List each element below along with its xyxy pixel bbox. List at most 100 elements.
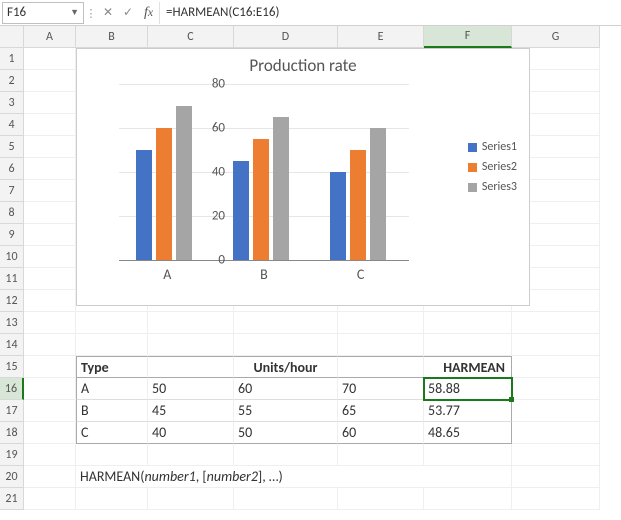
row-header[interactable]: 10	[0, 246, 24, 268]
cell[interactable]	[512, 378, 600, 400]
row-header[interactable]: 19	[0, 444, 24, 466]
cell[interactable]	[24, 334, 76, 356]
col-header-A[interactable]: A	[24, 26, 76, 48]
table-row[interactable]: 48.65	[424, 422, 512, 444]
cell[interactable]	[512, 400, 600, 422]
cell[interactable]	[338, 444, 424, 466]
cell[interactable]	[424, 444, 512, 466]
cell[interactable]	[234, 312, 338, 334]
col-header-E[interactable]: E	[338, 26, 424, 48]
table-row[interactable]: 53.77	[424, 400, 512, 422]
row-header[interactable]: 13	[0, 312, 24, 334]
cell[interactable]	[424, 312, 512, 334]
cell[interactable]	[24, 158, 76, 180]
table-row[interactable]: A	[76, 378, 148, 400]
cell[interactable]	[148, 356, 234, 378]
cell[interactable]	[24, 180, 76, 202]
worksheet-grid[interactable]: A B C D E F G 1 2 3 4 5 6 7 8 9 10 11 12…	[0, 26, 621, 510]
table-row[interactable]: 60	[338, 422, 424, 444]
active-cell[interactable]: 58.88	[424, 378, 512, 400]
cell[interactable]	[76, 312, 148, 334]
table-row[interactable]: 45	[148, 400, 234, 422]
cell[interactable]	[24, 114, 76, 136]
row-header[interactable]: 8	[0, 202, 24, 224]
cell[interactable]	[24, 488, 76, 510]
cell[interactable]	[338, 356, 424, 378]
chart[interactable]: Production rate ABC Series1Series2Series…	[76, 48, 530, 306]
cell[interactable]	[24, 444, 76, 466]
row-header[interactable]: 1	[0, 48, 24, 70]
cell[interactable]	[24, 422, 76, 444]
formula-input[interactable]: =HARMEAN(C16:E16)	[160, 2, 621, 24]
row-header[interactable]: 3	[0, 92, 24, 114]
table-header-units[interactable]: Units/hour	[234, 356, 338, 378]
row-header[interactable]: 4	[0, 114, 24, 136]
row-header[interactable]: 5	[0, 136, 24, 158]
cell[interactable]	[234, 334, 338, 356]
cell[interactable]	[148, 444, 234, 466]
table-row[interactable]: 50	[148, 378, 234, 400]
row-header[interactable]: 9	[0, 224, 24, 246]
cell[interactable]	[338, 334, 424, 356]
table-row[interactable]: 50	[234, 422, 338, 444]
table-header-type[interactable]: Type	[76, 356, 148, 378]
cell[interactable]	[512, 334, 600, 356]
select-all-corner[interactable]	[0, 26, 24, 48]
table-row[interactable]: 70	[338, 378, 424, 400]
cell[interactable]	[234, 444, 338, 466]
col-header-D[interactable]: D	[234, 26, 338, 48]
table-row[interactable]: 60	[234, 378, 338, 400]
cell[interactable]	[24, 312, 76, 334]
fx-icon[interactable]: fx	[138, 2, 160, 24]
cell[interactable]	[338, 312, 424, 334]
row-header[interactable]: 21	[0, 488, 24, 510]
cell[interactable]	[512, 444, 600, 466]
table-row[interactable]: B	[76, 400, 148, 422]
cell[interactable]	[512, 466, 600, 488]
col-header-B[interactable]: B	[76, 26, 148, 48]
table-header-harmean[interactable]: HARMEAN	[424, 356, 512, 378]
cell[interactable]	[512, 356, 600, 378]
row-header[interactable]: 12	[0, 290, 24, 312]
row-header[interactable]: 7	[0, 180, 24, 202]
cell[interactable]	[148, 312, 234, 334]
confirm-icon[interactable]: ✓	[118, 2, 138, 24]
row-header[interactable]: 2	[0, 70, 24, 92]
row-header[interactable]: 20	[0, 466, 24, 488]
cell[interactable]	[76, 334, 148, 356]
col-header-G[interactable]: G	[512, 26, 600, 48]
cell[interactable]	[148, 334, 234, 356]
row-header[interactable]: 11	[0, 268, 24, 290]
cell[interactable]	[24, 136, 76, 158]
row-header[interactable]: 15	[0, 356, 24, 378]
chevron-down-icon[interactable]: ▼	[70, 7, 79, 18]
table-row[interactable]: 65	[338, 400, 424, 422]
cell[interactable]	[24, 466, 76, 488]
row-header[interactable]: 16	[0, 378, 24, 400]
table-row[interactable]: 55	[234, 400, 338, 422]
cell[interactable]	[24, 378, 76, 400]
col-header-C[interactable]: C	[148, 26, 234, 48]
cell[interactable]	[234, 488, 338, 510]
row-header[interactable]: 18	[0, 422, 24, 444]
cell[interactable]	[512, 488, 600, 510]
cell[interactable]	[512, 422, 600, 444]
cell[interactable]	[24, 48, 76, 70]
row-header[interactable]: 17	[0, 400, 24, 422]
cell[interactable]	[148, 488, 234, 510]
cell[interactable]	[424, 488, 512, 510]
cell[interactable]	[24, 400, 76, 422]
col-header-F[interactable]: F	[424, 26, 512, 48]
syntax-cell[interactable]: HARMEAN(number1 , [number2 ], …)	[76, 466, 512, 488]
cell[interactable]	[76, 444, 148, 466]
cell[interactable]	[338, 488, 424, 510]
cell[interactable]	[24, 92, 76, 114]
cell[interactable]	[24, 202, 76, 224]
cell[interactable]	[24, 246, 76, 268]
cancel-icon[interactable]: ✕	[98, 2, 118, 24]
name-box[interactable]: F16 ▼	[2, 2, 84, 24]
cell[interactable]	[24, 356, 76, 378]
table-row[interactable]: C	[76, 422, 148, 444]
cell[interactable]	[76, 488, 148, 510]
cell[interactable]	[424, 334, 512, 356]
